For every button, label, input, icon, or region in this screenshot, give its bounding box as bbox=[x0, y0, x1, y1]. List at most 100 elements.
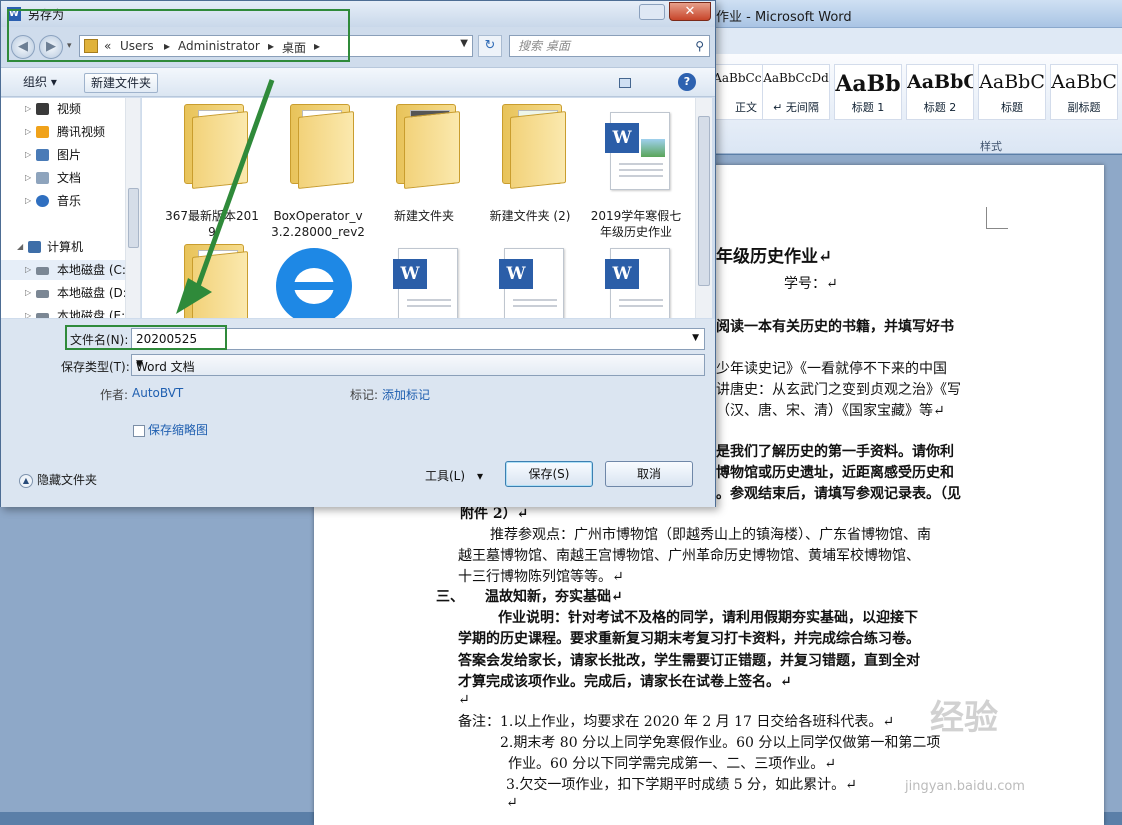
nav-item-drive-d[interactable]: ▷ 本地磁盘 (D: bbox=[1, 283, 127, 303]
style-name: 标题 bbox=[1001, 101, 1023, 114]
tools-menu-button[interactable]: 工具(L) ▾ bbox=[425, 465, 495, 487]
style-sample: AaBb bbox=[835, 71, 901, 97]
doc-line: 少年读史记》《一看就停不下来的中国 bbox=[716, 361, 947, 377]
doc-line: 3.欠交一项作业，扣下学期平时成绩 5 分，如此累计。↵ bbox=[506, 777, 857, 793]
nav-item-label: 计算机 bbox=[47, 240, 84, 254]
chevron-up-icon: ▲ bbox=[19, 473, 33, 488]
nav-item-computer[interactable]: ◢ 计算机 bbox=[1, 237, 125, 257]
close-button[interactable]: ✕ bbox=[669, 2, 711, 21]
tags-label: 标记: bbox=[350, 388, 379, 402]
style-name: ↵ 无间隔 bbox=[773, 101, 819, 114]
doc-line: ↵ bbox=[506, 795, 518, 811]
annotation-highlight-address bbox=[7, 9, 350, 62]
file-list: 367最新版本2019 BoxOperator_v3.2.28000_rev2 … bbox=[142, 98, 695, 318]
doc-line: 。参观结束后，请填写参观记录表。（见 bbox=[716, 486, 961, 502]
nav-item-tencent-video[interactable]: ▷ 腾讯视频 bbox=[1, 122, 125, 142]
picture-icon bbox=[36, 149, 49, 161]
minimize-button[interactable] bbox=[639, 4, 665, 20]
folder-icon bbox=[184, 104, 248, 189]
expand-arrow-icon[interactable]: ▷ bbox=[25, 99, 31, 119]
save-thumbnail-checkbox[interactable] bbox=[133, 425, 145, 437]
search-box[interactable]: ⚲ bbox=[509, 35, 710, 57]
file-name: 367最新版本2019 bbox=[165, 209, 259, 239]
doc-section-heading: 三、 温故知新，夯实基础↵ bbox=[436, 589, 623, 605]
nav-item-label: 视频 bbox=[57, 102, 82, 116]
music-icon bbox=[36, 195, 49, 207]
save-type-label: 保存类型(T): bbox=[61, 360, 130, 374]
tencent-video-icon bbox=[36, 126, 49, 138]
expand-arrow-icon[interactable]: ▷ bbox=[25, 191, 31, 211]
search-input[interactable] bbox=[510, 36, 680, 56]
save-as-dialog: W 另存为 ✕ ◀ ▶ ▾ « Users ▸ Administrator ▸ … bbox=[0, 0, 716, 507]
scroll-thumb[interactable] bbox=[128, 188, 139, 248]
expand-arrow-icon[interactable]: ▷ bbox=[25, 283, 31, 303]
style-sample: AaBbC bbox=[907, 71, 973, 93]
expand-arrow-icon[interactable]: ▷ bbox=[25, 306, 31, 318]
author-value[interactable]: AutoBVT bbox=[132, 386, 183, 400]
expand-arrow-icon[interactable]: ▷ bbox=[25, 145, 31, 165]
nav-item-drive-c[interactable]: ▷ 本地磁盘 (C: bbox=[1, 260, 126, 280]
new-folder-button[interactable]: 新建文件夹 bbox=[84, 73, 159, 93]
hide-folders-label: 隐藏文件夹 bbox=[37, 473, 98, 487]
save-thumbnail-label[interactable]: 保存缩略图 bbox=[148, 421, 208, 438]
expand-arrow-icon[interactable]: ▷ bbox=[25, 168, 31, 188]
help-button[interactable]: ? bbox=[678, 73, 696, 91]
folder-icon bbox=[502, 104, 566, 189]
nav-pane-scrollbar[interactable] bbox=[125, 98, 140, 318]
style-subtitle[interactable]: AaBbC 副标题 bbox=[1050, 64, 1118, 120]
doc-line: 推荐参观点：广州市博物馆（即越秀山上的镇海楼）、广东省博物馆、南 bbox=[490, 527, 931, 543]
folder-icon bbox=[396, 104, 460, 189]
annotation-highlight-filename bbox=[65, 325, 227, 350]
doc-line: 是我们了解历史的第一手资料。请你利 bbox=[716, 444, 954, 460]
chevron-down-icon[interactable]: ▼ bbox=[692, 333, 699, 343]
word-title: 作业 - Microsoft Word bbox=[716, 10, 852, 25]
nav-item-music[interactable]: ▷ 音乐 bbox=[1, 191, 125, 211]
cancel-button[interactable]: 取消 bbox=[605, 461, 693, 487]
doc-line: 讲唐史：从玄武门之变到贞观之治》《写 bbox=[716, 382, 961, 398]
nav-item-label: 本地磁盘 (E: bbox=[57, 309, 126, 318]
drive-icon bbox=[36, 290, 49, 298]
doc-line: 才算完成该项作业。完成后，请家长在试卷上签名。↵ bbox=[458, 674, 792, 690]
doc-line: 学期的历史课程。要求重新复习期末考复习打卡资料，并完成综合练习卷。 bbox=[458, 631, 920, 647]
nav-item-pictures[interactable]: ▷ 图片 bbox=[1, 145, 125, 165]
style-name: 标题 2 bbox=[923, 101, 957, 114]
scroll-thumb[interactable] bbox=[698, 116, 710, 286]
computer-icon bbox=[28, 241, 41, 253]
doc-line: 十三行博物陈列馆等等。↵ bbox=[458, 569, 624, 585]
doc-line: ↵ bbox=[458, 692, 470, 708]
file-list-scrollbar[interactable] bbox=[695, 98, 712, 318]
refresh-button[interactable]: ↻ bbox=[478, 35, 502, 57]
word-doc-icon: W bbox=[393, 248, 458, 318]
nav-item-drive-e[interactable]: ▷ 本地磁盘 (E: bbox=[1, 306, 125, 318]
doc-line: 答案会发给家长，请家长批改，学生需要订正错题，并复习错题，直到全对 bbox=[458, 653, 920, 669]
file-name: 2019学年寒假七年级历史作业 bbox=[590, 209, 682, 239]
video-icon bbox=[36, 103, 49, 115]
browser-shortcut-icon[interactable] bbox=[276, 248, 352, 318]
save-button[interactable]: 保存(S) bbox=[505, 461, 593, 487]
style-title[interactable]: AaBbC 标题 bbox=[978, 64, 1046, 120]
collapse-arrow-icon[interactable]: ◢ bbox=[17, 237, 23, 257]
save-type-select[interactable]: Word 文档 ▼ bbox=[131, 354, 705, 376]
add-tags-link[interactable]: 添加标记 bbox=[382, 386, 430, 403]
word-doc-icon: W bbox=[605, 248, 670, 318]
watermark-url: jingyan.baidu.com bbox=[905, 779, 1025, 794]
style-heading-2[interactable]: AaBbC 标题 2 bbox=[906, 64, 974, 120]
doc-line: 作业说明：针对考试不及格的同学，请利用假期夯实基础，以迎接下 bbox=[498, 610, 918, 626]
word-doc-icon: W bbox=[499, 248, 564, 318]
nav-item-label: 音乐 bbox=[57, 194, 82, 208]
style-name: 标题 1 bbox=[851, 101, 885, 114]
drive-icon bbox=[36, 267, 49, 275]
view-options-button[interactable]: ▼ bbox=[613, 73, 653, 107]
author-label: 作者: bbox=[100, 388, 129, 402]
hide-folders-toggle[interactable]: ▲ 隐藏文件夹 bbox=[19, 471, 97, 488]
nav-item-videos[interactable]: ▷ 视频 bbox=[1, 99, 125, 119]
expand-arrow-icon[interactable]: ▷ bbox=[25, 122, 31, 142]
address-dropdown-icon[interactable]: ▼ bbox=[460, 38, 468, 49]
organize-button[interactable]: 组织 ▾ bbox=[17, 73, 63, 93]
style-sample: AaBbC bbox=[979, 71, 1045, 93]
expand-arrow-icon[interactable]: ▷ bbox=[25, 260, 31, 280]
doc-line: （汉、唐、宋、清）《国家宝藏》等↵ bbox=[716, 403, 945, 419]
style-heading-1[interactable]: AaBb 标题 1 bbox=[834, 64, 902, 120]
nav-item-documents[interactable]: ▷ 文档 bbox=[1, 168, 125, 188]
style-no-spacing[interactable]: AaBbCcDd ↵ 无间隔 bbox=[762, 64, 830, 120]
